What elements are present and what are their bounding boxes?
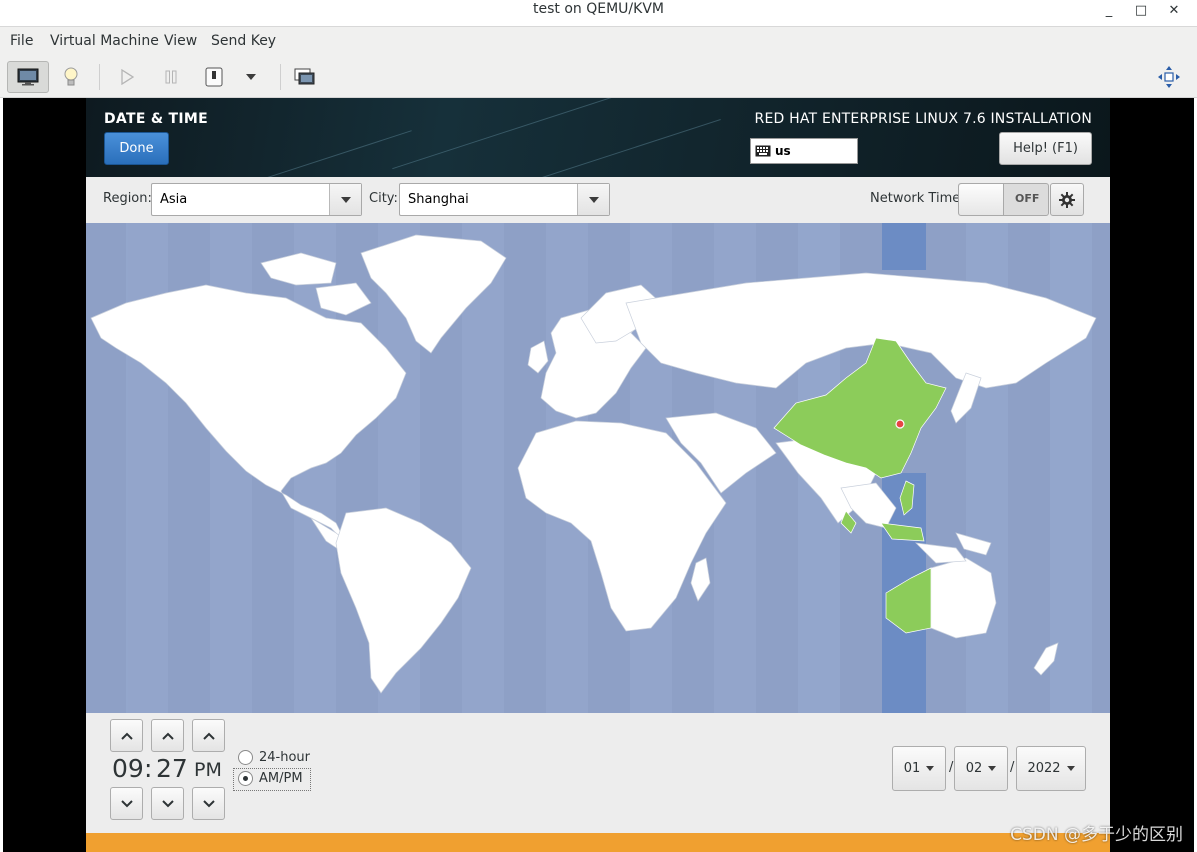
- world-map: [86, 223, 1110, 713]
- toolbar-separator: [280, 64, 281, 90]
- year-combo[interactable]: 2022: [1016, 746, 1086, 791]
- ampm-up-button[interactable]: [192, 719, 225, 752]
- hour-down-button[interactable]: [110, 787, 143, 820]
- format-ampm-radio[interactable]: AM/PM: [238, 771, 303, 786]
- fullscreen-icon: [1158, 66, 1180, 88]
- window-titlebar: test on QEMU/KVM _ □ ✕: [0, 0, 1197, 27]
- format-ampm-label: AM/PM: [259, 771, 303, 786]
- city-label: City:: [369, 191, 398, 206]
- hour-display: 09: [112, 754, 144, 783]
- timezone-map[interactable]: [86, 223, 1110, 713]
- network-time-switch[interactable]: OFF: [958, 183, 1049, 216]
- close-button[interactable]: ✕: [1162, 2, 1186, 20]
- keyboard-layout-indicator[interactable]: us: [750, 138, 858, 164]
- menu-file[interactable]: File: [10, 33, 33, 49]
- menu-send-key[interactable]: Send Key: [211, 33, 276, 49]
- minute-display: 27: [156, 754, 188, 783]
- month-combo[interactable]: 01: [892, 746, 946, 791]
- hour-up-button[interactable]: [110, 719, 143, 752]
- run-button[interactable]: [112, 61, 142, 93]
- dropdown-arrow-icon: [246, 74, 256, 80]
- spoke-title: DATE & TIME: [104, 111, 208, 127]
- toolbar: [0, 56, 1197, 98]
- radio-indicator: [238, 771, 253, 786]
- year-value: 2022: [1027, 761, 1061, 776]
- date-separator: /: [949, 760, 954, 775]
- selected-timezone-band: [882, 223, 926, 270]
- chevron-up-icon: [161, 732, 174, 740]
- pause-button[interactable]: [156, 61, 186, 93]
- chevron-up-icon: [120, 732, 133, 740]
- play-icon: [121, 69, 134, 85]
- region-label: Region:: [103, 191, 152, 206]
- monitor-icon: [17, 68, 39, 86]
- minute-up-button[interactable]: [151, 719, 184, 752]
- minimize-button[interactable]: _: [1097, 2, 1121, 20]
- chevron-down-icon: [161, 799, 174, 807]
- chevron-down-icon: [340, 196, 351, 203]
- gear-icon: [1059, 191, 1075, 208]
- maximize-button[interactable]: □: [1129, 2, 1153, 20]
- location-pin-icon: [895, 419, 905, 429]
- city-value: Shanghai: [408, 192, 469, 207]
- window-title: test on QEMU/KVM: [533, 1, 664, 17]
- time-colon: :: [144, 754, 153, 783]
- minute-down-button[interactable]: [151, 787, 184, 820]
- menubar: File Virtual Machine View Send Key: [0, 27, 1197, 56]
- snapshots-button[interactable]: [290, 61, 320, 93]
- toolbar-separator: [99, 64, 100, 90]
- chevron-down-icon: [988, 766, 997, 771]
- spoke-header: DATE & TIME Done RED HAT ENTERPRISE LINU…: [86, 98, 1110, 188]
- installer-screen: DATE & TIME Done RED HAT ENTERPRISE LINU…: [86, 98, 1110, 852]
- warning-bar: [86, 833, 1110, 852]
- ampm-down-button[interactable]: [192, 787, 225, 820]
- region-value: Asia: [160, 192, 188, 207]
- menu-virtual-machine[interactable]: Virtual Machine: [50, 33, 159, 49]
- date-separator: /: [1010, 760, 1015, 775]
- watermark: CSDN @多于少的区别: [1010, 825, 1183, 845]
- ampm-display: PM: [194, 759, 222, 781]
- menu-view[interactable]: View: [164, 33, 197, 49]
- region-combo[interactable]: Asia: [151, 183, 362, 216]
- timezone-selectors: Region: Asia City: Shanghai Network Time…: [86, 177, 1110, 223]
- chevron-down-icon: [120, 799, 133, 807]
- format-24-hour-label: 24-hour: [259, 750, 311, 765]
- format-24-hour-radio[interactable]: 24-hour: [238, 750, 310, 765]
- chevron-down-icon: [926, 766, 935, 771]
- vm-display[interactable]: DATE & TIME Done RED HAT ENTERPRISE LINU…: [3, 98, 1194, 852]
- month-value: 01: [903, 761, 921, 776]
- console-button[interactable]: [7, 61, 49, 93]
- shutdown-button[interactable]: [200, 61, 228, 93]
- day-combo[interactable]: 02: [954, 746, 1008, 791]
- network-time-state: OFF: [1015, 192, 1040, 205]
- network-time-label: Network Time: [870, 191, 961, 206]
- fullscreen-button[interactable]: [1154, 61, 1184, 93]
- lightbulb-icon: [64, 67, 78, 86]
- ntp-config-button[interactable]: [1050, 183, 1084, 216]
- chevron-down-icon: [202, 799, 215, 807]
- screenshot-icon: [294, 68, 315, 85]
- done-button[interactable]: Done: [104, 132, 169, 165]
- install-title: RED HAT ENTERPRISE LINUX 7.6 INSTALLATIO…: [754, 111, 1092, 127]
- keyboard-layout-label: us: [775, 144, 791, 158]
- shutdown-menu-button[interactable]: [240, 61, 262, 93]
- radio-indicator: [238, 750, 253, 765]
- keyboard-icon: [755, 145, 771, 157]
- chevron-down-icon: [1066, 766, 1075, 771]
- power-icon: [205, 67, 223, 87]
- day-value: 02: [965, 761, 983, 776]
- chevron-up-icon: [202, 732, 215, 740]
- details-button[interactable]: [56, 61, 86, 93]
- pause-icon: [165, 70, 177, 84]
- help-button[interactable]: Help! (F1): [999, 132, 1092, 165]
- time-date-panel: 09 : 27 PM 24-hour AM/PM 01 / 02 / 2022: [86, 713, 1110, 833]
- city-combo[interactable]: Shanghai: [399, 183, 610, 216]
- chevron-down-icon: [588, 196, 599, 203]
